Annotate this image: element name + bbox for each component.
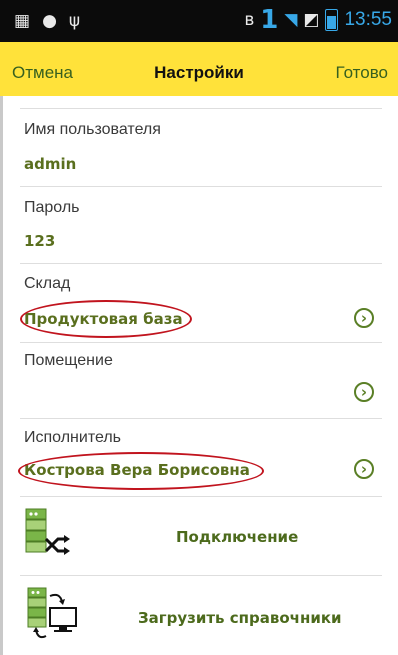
- image-icon: ▦: [14, 11, 31, 31]
- scroll-edge: [0, 96, 3, 655]
- status-bar: ▦ ● ψ ʙ 1 ◥ ◩ 13:55: [0, 0, 398, 42]
- divider: [20, 342, 382, 343]
- status-left: ▦ ● ψ: [14, 9, 80, 33]
- android-icon: ●: [42, 11, 57, 31]
- highlight-oval: [20, 300, 192, 338]
- load-references-label: Загрузить справочники: [138, 609, 342, 627]
- server-shuffle-icon: [25, 508, 70, 555]
- warehouse-label: Склад: [24, 275, 71, 292]
- usb-icon: ψ: [68, 11, 81, 31]
- highlight-oval: [18, 452, 264, 490]
- executor-label: Исполнитель: [24, 429, 122, 446]
- divider: [20, 575, 382, 576]
- password-value[interactable]: 123: [24, 232, 55, 250]
- divider: [20, 186, 382, 187]
- chevron-right-icon[interactable]: ›: [354, 459, 374, 479]
- username-value[interactable]: admin: [24, 155, 76, 173]
- divider: [20, 496, 382, 497]
- done-button[interactable]: Готово: [336, 63, 389, 83]
- chevron-right-icon[interactable]: ›: [354, 382, 374, 402]
- clock: 13:55: [344, 9, 392, 30]
- sim-number: 1: [260, 5, 279, 35]
- wifi-icon: ◥: [284, 10, 298, 30]
- server-sync-icon: [27, 587, 77, 639]
- nav-bar: Отмена Настройки Готово: [0, 42, 398, 96]
- bluetooth-icon: ʙ: [244, 10, 255, 30]
- room-label: Помещение: [24, 352, 113, 369]
- divider: [20, 418, 382, 419]
- no-sim-icon: ◩: [303, 10, 320, 30]
- status-right: ʙ 1 ◥ ◩ 13:55: [244, 7, 392, 33]
- divider: [20, 108, 382, 109]
- divider: [20, 263, 382, 264]
- battery-icon: [325, 9, 339, 31]
- connection-label: Подключение: [176, 528, 299, 546]
- username-label: Имя пользователя: [24, 121, 161, 138]
- chevron-right-icon[interactable]: ›: [354, 308, 374, 328]
- password-label: Пароль: [24, 199, 80, 216]
